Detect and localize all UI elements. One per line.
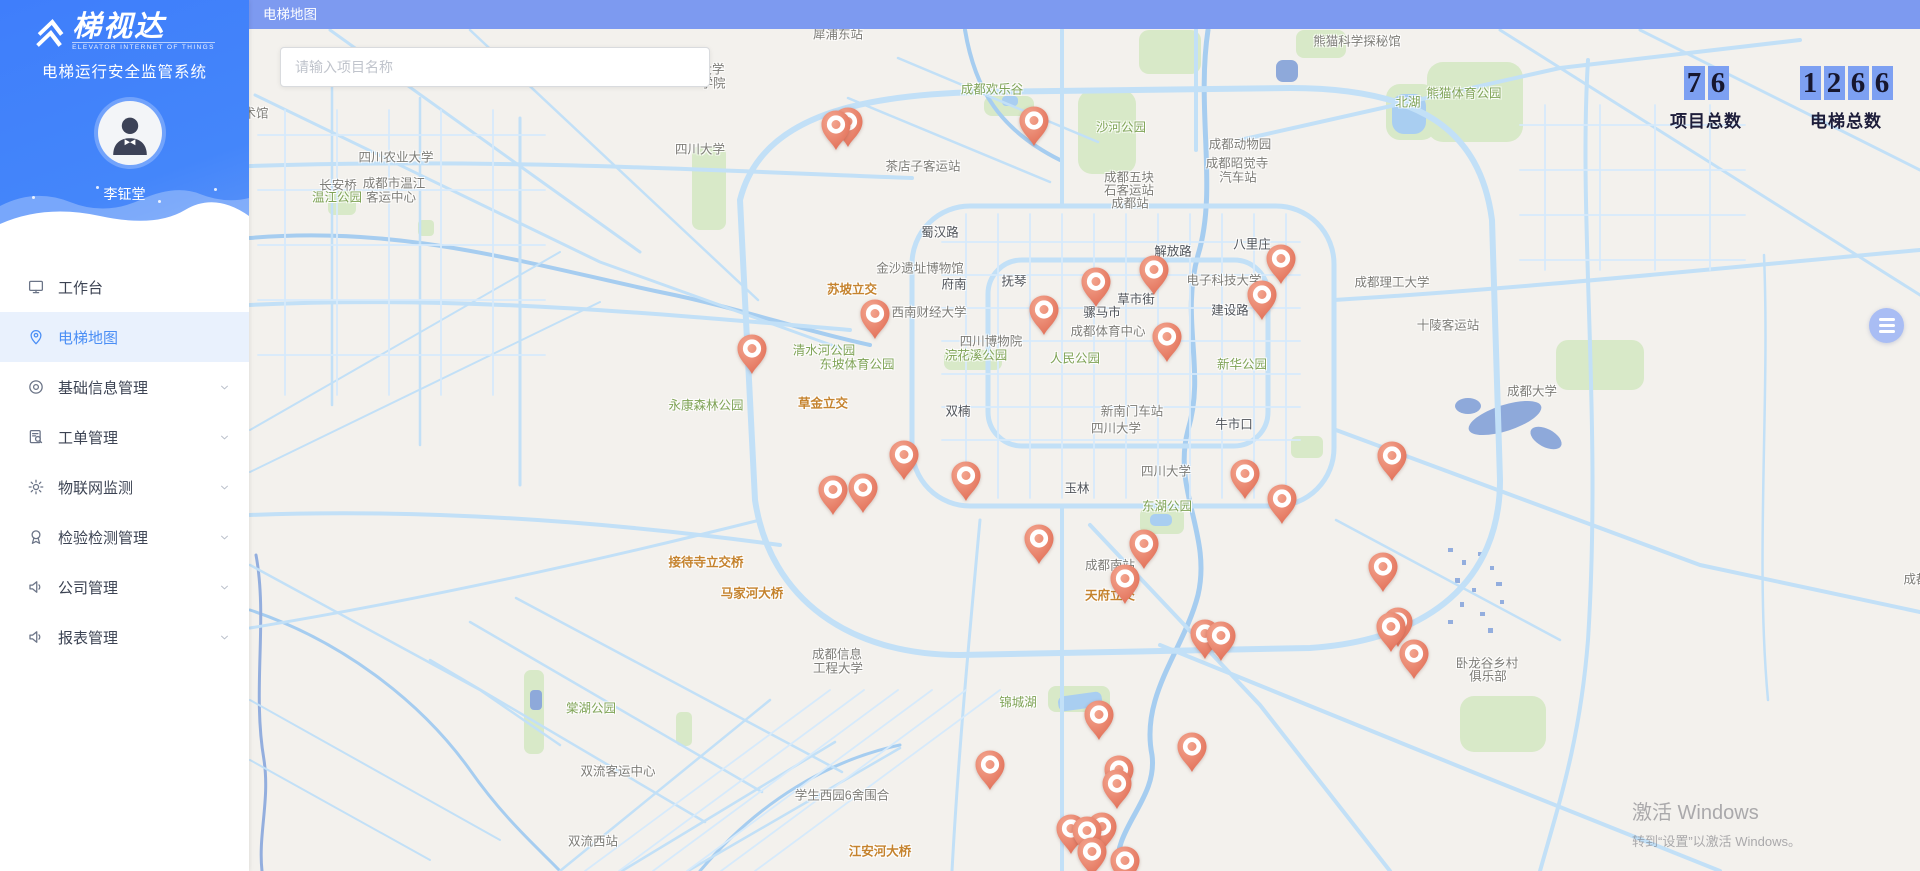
stat-total-projects: 7 6 项目总数 — [1670, 66, 1742, 132]
map-pin-marker[interactable] — [1109, 563, 1141, 605]
chevron-down-icon — [218, 631, 231, 644]
map-pin-icon — [27, 328, 45, 346]
map-pin-marker[interactable] — [1018, 105, 1050, 147]
sidebar-item-label: 公司管理 — [58, 579, 119, 597]
hamburger-icon — [1878, 318, 1895, 321]
stat-label: 项目总数 — [1670, 112, 1742, 131]
map-pin-marker[interactable] — [1083, 699, 1115, 741]
logo-subtitle: ELEVATOR INTERNET OF THINGS — [72, 42, 215, 51]
stat-digit: 6 — [1871, 66, 1893, 100]
target-icon — [27, 378, 45, 396]
map-pin-marker[interactable] — [1266, 483, 1298, 525]
map-pin-marker[interactable] — [1229, 458, 1261, 500]
brand: 梯视达 ELEVATOR INTERNET OF THINGS — [0, 0, 249, 54]
sidebar-header: 梯视达 ELEVATOR INTERNET OF THINGS 电梯运行安全监管… — [0, 0, 249, 240]
elevator-map[interactable]: 犀浦东站 熊猫科学探秘馆 熊猫体育公园 北湖 成都动物园 成都昭觉寺 汽车站 成都欢乐谷 沙河公… — [0, 0, 1920, 871]
stat-digit: 7 — [1683, 66, 1705, 100]
map-stats: 7 6 项目总数 1 2 6 6 电梯总数 — [1670, 66, 1894, 132]
map-pin-marker[interactable] — [1076, 836, 1108, 871]
chevron-down-icon — [218, 531, 231, 544]
stat-digit: 6 — [1847, 66, 1869, 100]
map-menu-button[interactable] — [1869, 308, 1904, 343]
avatar[interactable] — [98, 101, 162, 165]
project-search — [280, 47, 710, 87]
map-pin-marker[interactable] — [1246, 279, 1278, 321]
stat-digit: 6 — [1707, 66, 1729, 100]
wave-decoration — [0, 190, 249, 240]
page-topbar: 电梯地图 — [249, 0, 1920, 29]
sidebar-item-label: 报表管理 — [58, 629, 119, 647]
map-pin-marker[interactable] — [1376, 440, 1408, 482]
user-icon — [113, 117, 147, 155]
map-pin-marker[interactable] — [1028, 294, 1060, 336]
map-pin-marker[interactable] — [1398, 638, 1430, 680]
map-pin-marker[interactable] — [974, 749, 1006, 791]
elevator-monitor-app: 犀浦东站 熊猫科学探秘馆 熊猫体育公园 北湖 成都动物园 成都昭觉寺 汽车站 成都欢乐谷 沙河公… — [0, 0, 1920, 871]
map-pin-marker[interactable] — [736, 333, 768, 375]
sidebar: 梯视达 ELEVATOR INTERNET OF THINGS 电梯运行安全监管… — [0, 0, 249, 871]
speaker-icon — [27, 578, 45, 596]
sidebar-item-label: 基础信息管理 — [58, 379, 149, 397]
sidebar-item-label: 检验检测管理 — [58, 529, 149, 547]
stat-label: 电梯总数 — [1810, 112, 1882, 131]
speaker-icon — [27, 628, 45, 646]
map-pin-marker[interactable] — [1205, 620, 1237, 662]
chevron-down-icon — [218, 381, 231, 394]
map-pin-marker[interactable] — [817, 474, 849, 516]
chevron-down-icon — [218, 481, 231, 494]
chevron-down-icon — [218, 581, 231, 594]
map-pin-marker[interactable] — [1151, 321, 1183, 363]
map-pin-marker[interactable] — [1080, 266, 1112, 308]
logo-icon — [36, 19, 64, 47]
sidebar-item-label: 工单管理 — [58, 429, 119, 447]
logo-title: 梯视达 — [72, 11, 166, 43]
map-pin-marker[interactable] — [1101, 768, 1133, 810]
doc-search-icon — [27, 428, 45, 446]
map-pin-marker[interactable] — [1138, 254, 1170, 296]
map-pin-marker[interactable] — [820, 109, 852, 151]
sidebar-item-label: 电梯地图 — [58, 329, 119, 347]
stat-digit: 1 — [1799, 66, 1821, 100]
map-pin-marker[interactable] — [1109, 845, 1141, 871]
stat-digit: 2 — [1823, 66, 1845, 100]
sidebar-item-物联网监测[interactable]: 物联网监测 — [0, 462, 249, 512]
project-search-input[interactable] — [280, 47, 710, 87]
sidebar-item-基础信息管理[interactable]: 基础信息管理 — [0, 362, 249, 412]
stat-total-elevators: 1 2 6 6 电梯总数 — [1798, 66, 1894, 132]
sidebar-item-电梯地图[interactable]: 电梯地图 — [0, 312, 249, 362]
map-pin-marker[interactable] — [888, 439, 920, 481]
monitor-icon — [27, 278, 45, 296]
sidebar-item-工作台[interactable]: 工作台 — [0, 262, 249, 312]
map-pin-marker[interactable] — [950, 460, 982, 502]
sidebar-item-label: 工作台 — [58, 279, 104, 297]
system-title: 电梯运行安全监管系统 — [41, 64, 207, 81]
medal-icon — [27, 528, 45, 546]
map-pins-layer — [0, 0, 1920, 871]
map-pin-marker[interactable] — [1023, 523, 1055, 565]
gear-icon — [27, 478, 45, 496]
page-title: 电梯地图 — [263, 7, 317, 22]
sidebar-item-label: 物联网监测 — [58, 479, 134, 497]
map-pin-marker[interactable] — [1176, 731, 1208, 773]
sidebar-item-报表管理[interactable]: 报表管理 — [0, 612, 249, 662]
sidebar-item-检验检测管理[interactable]: 检验检测管理 — [0, 512, 249, 562]
map-pin-marker[interactable] — [859, 298, 891, 340]
sidebar-menu: 工作台电梯地图基础信息管理 工单管理物联网监测检验检测管理 公司管理报表管理 — [0, 240, 249, 662]
sidebar-item-公司管理[interactable]: 公司管理 — [0, 562, 249, 612]
map-pin-marker[interactable] — [847, 472, 879, 514]
sidebar-item-工单管理[interactable]: 工单管理 — [0, 412, 249, 462]
chevron-down-icon — [218, 431, 231, 444]
map-pin-marker[interactable] — [1367, 551, 1399, 593]
